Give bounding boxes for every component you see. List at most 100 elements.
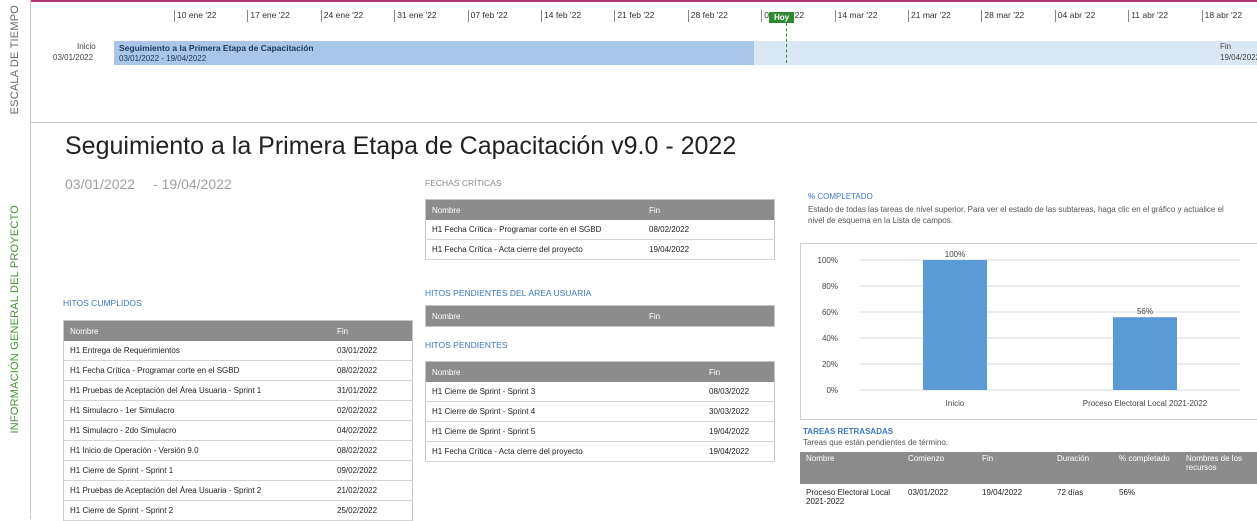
table-row[interactable]: H1 Cierre de Sprint - Sprint 1 09/02/2022 [63, 460, 413, 481]
table-cell: 08/02/2022 [643, 220, 775, 240]
timeline-tick-label: 14 feb '22 [541, 10, 581, 22]
late-tasks-table[interactable]: Nombre Comienzo Fin Duración % completad… [800, 452, 1257, 510]
table-cell: 03/01/2022 [908, 488, 949, 497]
late-tasks-title: TAREAS RETRASADAS [803, 427, 894, 436]
pending-user-title: HITOS PENDIENTES DEL ÁREA USUARIA [425, 288, 592, 298]
timeline-tick-label: 21 mar '22 [908, 10, 951, 22]
timeline-tick-label: 04 abr '22 [1054, 10, 1095, 22]
table-cell: H1 Simulacro - 1er Simulacro [63, 400, 331, 421]
today-line [786, 23, 787, 63]
table-row[interactable]: H1 Entrega de Requerimientos 03/01/2022 [63, 341, 413, 361]
timeline-side-label-text: ESCALA DE TIEMPO [9, 5, 21, 115]
timeline-bar-dates: 03/01/2022 - 19/04/2022 [119, 54, 207, 63]
table-row[interactable]: H1 Cierre de Sprint - Sprint 2 25/02/2022 [63, 500, 413, 521]
table-row[interactable]: H1 Inicio de Operación - Versión 9.0 08/0… [63, 440, 413, 461]
table-row[interactable]: H1 Pruebas de Aceptación del Área Usuari… [63, 480, 413, 501]
table-cell: H1 Cierre de Sprint - Sprint 1 [63, 460, 331, 481]
table-cell: H1 Fecha Crítica - Acta cierre del proye… [425, 441, 703, 462]
chart-y-tick-label: 20% [822, 360, 838, 369]
info-side-label-text: INFORMACIÓN GENERAL DEL PROYECTO [9, 205, 21, 434]
report-date-range: 03/01/2022 - 19/04/2022 [65, 176, 250, 192]
timeline-start-label: Inicio [77, 42, 96, 51]
late-tasks-description: Tareas que están pendientes de término. [803, 438, 948, 447]
percent-title: % COMPLETADO [808, 192, 873, 201]
col-name: Nombre [800, 452, 902, 484]
table-cell: H1 Fecha Crítica - Programar corte en el… [63, 360, 331, 381]
table-cell: 25/02/2022 [331, 500, 413, 521]
table-row[interactable]: H1 Pruebas de Aceptación del Área Usuari… [63, 380, 413, 401]
report-start-date: 03/01/2022 [65, 176, 136, 192]
timeline-tick-label: 24 ene '22 [320, 10, 363, 22]
table-cell: 30/03/2022 [703, 401, 775, 422]
chart-data-label: 56% [1137, 307, 1153, 316]
timeline-tick-label: 07 feb '22 [467, 10, 508, 22]
pending-table[interactable]: Nombre Fin H1 Cierre de Sprint - Sprint … [425, 361, 775, 462]
col-duration: Duración [1051, 452, 1113, 484]
table-cell: 08/02/2022 [331, 440, 413, 461]
timeline-end-date: 19/04/2022 [1220, 53, 1257, 62]
table-cell: H1 Pruebas de Aceptación del Área Usuari… [63, 480, 331, 501]
chart-y-tick-label: 60% [822, 308, 838, 317]
col-name: Nombre [425, 305, 643, 327]
table-cell: Proceso Electoral Local 2021-2022 [806, 488, 891, 506]
col-name: Nombre [63, 320, 331, 341]
timeline-panel[interactable]: 10 ene '22 17 ene '22 24 ene '22 31 ene '22… [31, 0, 1257, 123]
col-name: Nombre [425, 361, 703, 382]
table-cell: 03/01/2022 [331, 341, 413, 361]
table-cell: 72 días [1057, 488, 1084, 497]
table-row[interactable]: H1 Cierre de Sprint - Sprint 5 19/04/2022 [425, 421, 775, 442]
col-end: Fin [643, 305, 775, 327]
timeline-tick-label: 11 abr '22 [1128, 10, 1168, 22]
table-row[interactable]: H1 Simulacro - 2do Simulacro 04/02/2022 [63, 420, 413, 441]
percent-description: Estado de todas las tareas de nivel supe… [808, 205, 1224, 225]
col-end: Fin [976, 452, 1051, 484]
col-resources: Nombres de los recursos [1180, 452, 1257, 484]
pending-title: HITOS PENDIENTES [425, 340, 508, 350]
table-cell: 31/01/2022 [331, 380, 413, 401]
table-cell: 19/04/2022 [643, 239, 775, 260]
col-name: Nombre [425, 199, 643, 220]
timeline-tick-label: 10 ene '22 [174, 10, 216, 22]
timeline-tick-label: 28 feb '22 [687, 10, 728, 22]
table-cell: 08/03/2022 [703, 382, 775, 402]
timeline-start-date: 03/01/2022 [53, 53, 94, 62]
table-row[interactable]: H1 Simulacro - 1er Simulacro 02/02/2022 [63, 400, 413, 421]
table-cell: H1 Entrega de Requerimientos [63, 341, 331, 361]
chart-x-tick-label: Inicio [946, 399, 965, 408]
completed-table[interactable]: Nombre Fin H1 Entrega de Requerimientos 0… [63, 320, 413, 521]
chart-data-label: 100% [945, 250, 965, 259]
timeline-tick-label: 18 abr '22 [1201, 10, 1242, 22]
info-side-label: INFORMACIÓN GENERAL DEL PROYECTO [0, 120, 31, 519]
today-marker: Hoy [769, 12, 795, 23]
chart-y-tick-label: 0% [826, 386, 838, 395]
chart-bar[interactable] [1113, 317, 1177, 390]
table-row[interactable]: H1 Fecha Crítica - Acta cierre del proye… [425, 441, 775, 462]
chart-x-tick-label: Proceso Electoral Local 2021-2022 [1083, 399, 1208, 408]
timeline-tick-label: 31 ene '22 [394, 10, 437, 22]
col-percent: % completado [1113, 452, 1180, 484]
chart-bar[interactable] [923, 260, 987, 390]
report-end-date: - 19/04/2022 [153, 176, 232, 192]
table-cell: H1 Cierre de Sprint - Sprint 3 [425, 382, 703, 402]
pending-user-table[interactable]: Nombre Fin [425, 305, 775, 327]
table-cell [1180, 484, 1257, 510]
table-row[interactable]: H1 Fecha Crítica - Programar corte en el… [425, 220, 775, 240]
col-end: Fin [703, 361, 775, 382]
table-row[interactable]: H1 Fecha Crítica - Acta cierre del proye… [425, 239, 775, 260]
table-cell: H1 Pruebas de Aceptación del Área Usuari… [63, 380, 331, 401]
chart-y-tick-label: 100% [818, 256, 838, 265]
timeline-side-label: ESCALA DE TIEMPO [0, 0, 31, 120]
table-row[interactable]: H1 Cierre de Sprint - Sprint 4 30/03/2022 [425, 401, 775, 422]
table-cell: 02/02/2022 [331, 400, 413, 421]
table-cell: 04/02/2022 [331, 420, 413, 441]
timeline-end-label: Fin [1220, 42, 1232, 51]
table-row[interactable]: H1 Fecha Crítica - Programar corte en el… [63, 360, 413, 381]
timeline-tick-label: 14 mar '22 [834, 10, 878, 22]
percent-chart[interactable]: 100% 80% 60% 40% 20% 0% 100% Inicio 56% Proceso E… [800, 243, 1257, 418]
report-title: Seguimiento a la Primera Etapa de Capaci… [65, 132, 737, 160]
table-cell: 56% [1119, 488, 1136, 497]
table-cell: H1 Inicio de Operación - Versión 9.0 [63, 440, 331, 461]
table-row[interactable]: Proceso Electoral Local 2021-2022 03/01/2… [800, 484, 1257, 510]
critical-dates-table[interactable]: Nombre Fin H1 Fecha Crítica - Programar … [425, 199, 775, 260]
table-row[interactable]: H1 Cierre de Sprint - Sprint 3 08/03/2022 [425, 382, 775, 402]
